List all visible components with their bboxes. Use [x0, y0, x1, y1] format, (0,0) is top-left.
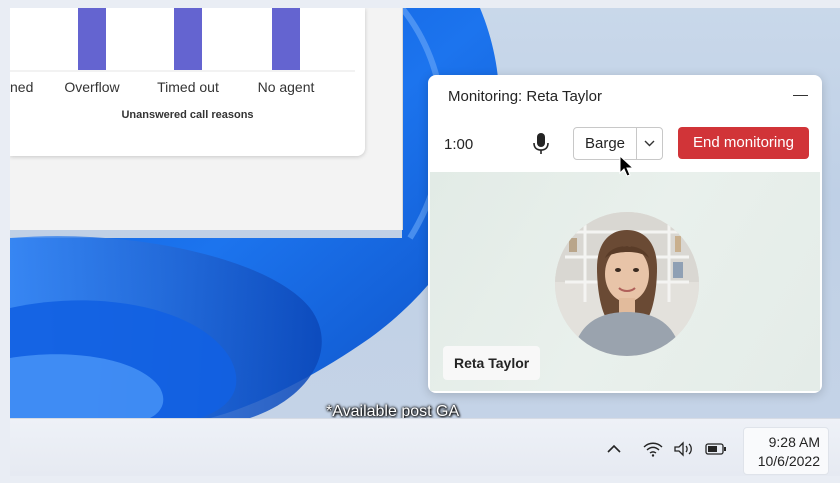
minimize-button[interactable]	[790, 83, 810, 103]
chart-category-label: No agent	[258, 79, 315, 95]
video-feed: Reta Taylor	[430, 172, 820, 391]
chart-category-label: Timed out	[157, 79, 219, 95]
mouse-cursor-icon	[619, 155, 635, 177]
monitoring-title: Monitoring: Reta Taylor	[448, 88, 602, 105]
clock-time: 9:28 AM	[768, 434, 820, 450]
bar-chart: ned Overflow Timed out No agent	[10, 8, 355, 95]
barge-split-button: Barge	[573, 127, 663, 160]
call-timer: 1:00	[444, 136, 474, 153]
chart-title: Unanswered call reasons	[121, 109, 254, 121]
chart-category-label: ned	[10, 79, 33, 95]
microphone-icon[interactable]	[532, 132, 550, 156]
wifi-icon[interactable]	[642, 441, 664, 457]
background-app-window: ned Overflow Timed out No agent Unanswered …	[10, 8, 403, 230]
chart-bar	[78, 8, 106, 70]
chevron-down-icon[interactable]	[637, 128, 662, 159]
clock-date: 10/6/2022	[757, 453, 820, 469]
volume-icon[interactable]	[673, 441, 695, 457]
chart-bar	[272, 8, 300, 70]
battery-icon[interactable]	[705, 441, 727, 457]
chart-category-label: Overflow	[64, 79, 120, 95]
system-clock[interactable]: 9:28 AM 10/6/2022	[743, 427, 829, 475]
unanswered-calls-chart: ned Overflow Timed out No agent Unanswered …	[10, 8, 365, 156]
end-monitoring-button[interactable]: End monitoring	[678, 127, 809, 159]
chart-bar	[174, 8, 202, 70]
taskbar: 9:28 AM 10/6/2022	[10, 418, 840, 476]
participant-name-tag: Reta Taylor	[443, 346, 541, 380]
participant-avatar	[555, 212, 699, 356]
monitoring-panel: Monitoring: Reta Taylor 1:00 Barge End m…	[428, 75, 822, 393]
chevron-up-icon[interactable]	[603, 441, 625, 457]
